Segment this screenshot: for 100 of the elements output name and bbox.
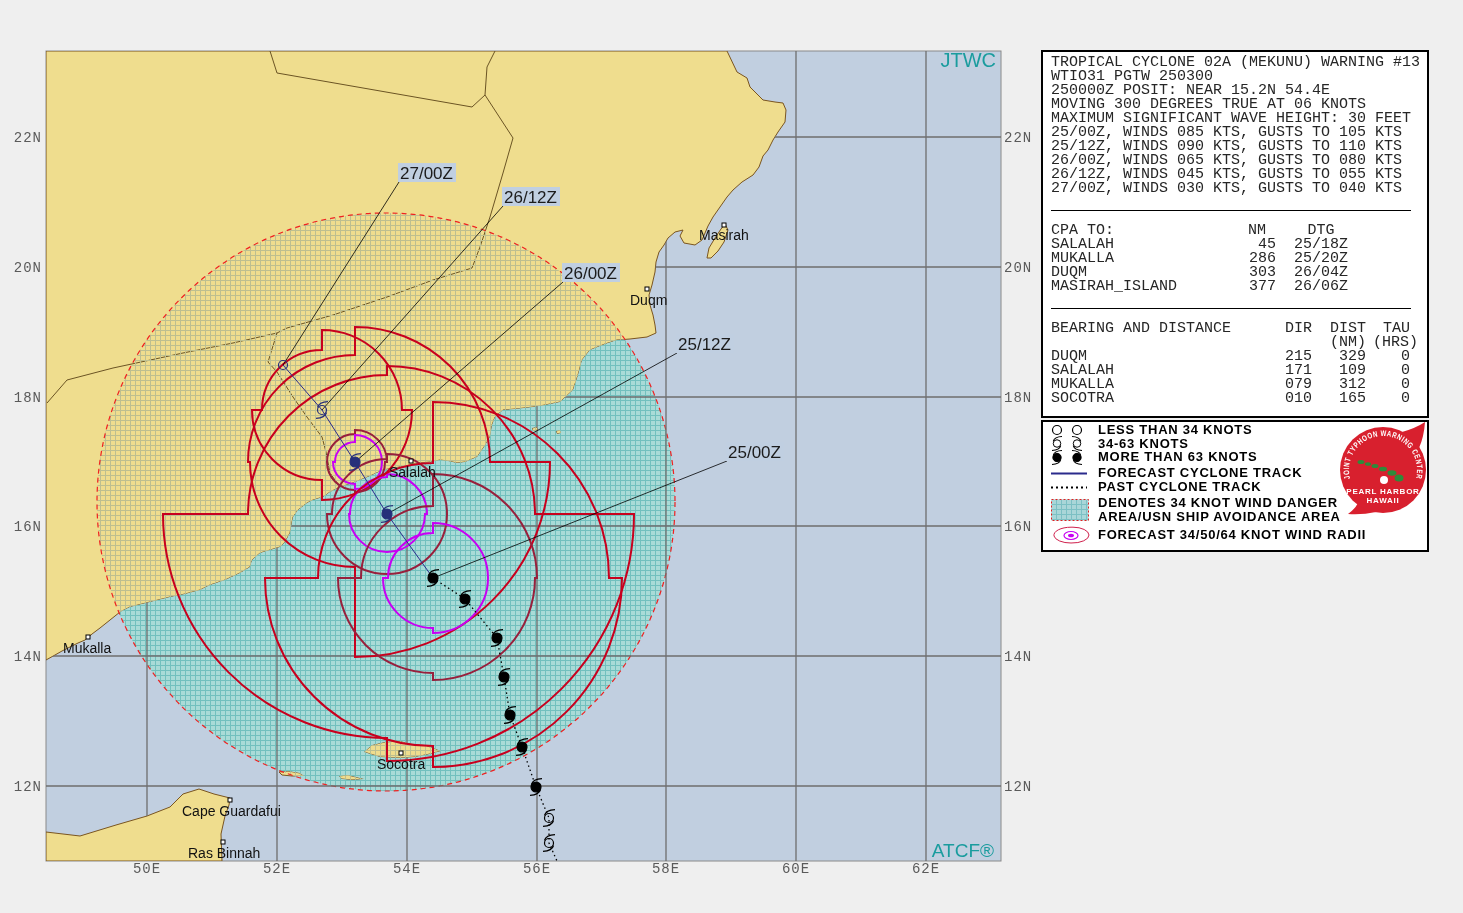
place-marker-icon (644, 286, 650, 292)
longitude-label: 54E (392, 861, 422, 877)
cyclone-symbol-icon (458, 590, 472, 608)
column-header: DTG (1307, 224, 1335, 238)
latitude-label: 18N (1004, 390, 1033, 406)
forecast-time-label: 27/00Z (398, 163, 456, 183)
table-cell: 303 (1248, 266, 1276, 280)
table-cell: 215 (1285, 350, 1312, 364)
table-cell-text: 312 (1338, 378, 1366, 392)
place-label: Duqm (630, 292, 668, 308)
latitude-label: 20N (13, 260, 42, 276)
table-cell-text: 109 (1338, 364, 1366, 378)
forecast-time-label: 25/12Z (676, 334, 734, 354)
place-marker-icon (408, 458, 414, 464)
table-cell-text: DUQM (1051, 350, 1087, 364)
table-cell-text: 0 (1400, 392, 1411, 406)
table-cell: 377 (1248, 280, 1276, 294)
cyclone-symbol-icon (1071, 436, 1083, 451)
cyclone-symbol-icon (1051, 449, 1063, 465)
legend-label: FORECAST 34/50/64 KNOT WIND RADII (1098, 528, 1367, 542)
warning-text: 26/00Z, WINDS 065 KTS, GUSTS TO 080 KTS (1051, 154, 1404, 168)
latitude-label: 16N (1004, 519, 1033, 535)
cyclone-symbol-icon (490, 629, 504, 647)
cyclone-symbol-icon (542, 834, 556, 852)
warning-text: 25/12Z, WINDS 090 KTS, GUSTS TO 110 KTS (1051, 140, 1404, 154)
latitude-label: 18N (13, 390, 42, 406)
circle-marker-icon (1051, 424, 1063, 436)
longitude-label: 58E (651, 861, 681, 877)
latitude-label: 20N (1004, 260, 1033, 276)
column-header: (HRS) (1372, 336, 1418, 350)
latitude-label: 12N (13, 779, 42, 795)
column-header: DIST (1329, 322, 1366, 336)
table-cell: 079 (1285, 378, 1312, 392)
table-cell-text: MUKALLA (1051, 252, 1115, 266)
table-cell: 25/18Z (1294, 238, 1348, 252)
system-mark: ATCF® (931, 840, 994, 861)
table-cell-text: 0 (1401, 350, 1410, 364)
place-marker-icon (721, 222, 727, 228)
column-header: (NM) (1329, 336, 1366, 350)
dotted-line-icon (1051, 485, 1087, 489)
table-cell-text: MUKALLA (1051, 378, 1115, 392)
table-cell-text: 45 (1258, 238, 1276, 252)
latitude-label: 12N (1004, 779, 1033, 795)
table-cell-text: SALALAH (1051, 364, 1115, 378)
legend-label: LESS THAN 34 KNOTS (1098, 423, 1253, 437)
table-cell: 286 (1248, 252, 1276, 266)
column-header: CPA TO: (1051, 224, 1115, 238)
column-header: DIR (1285, 322, 1312, 336)
circle-marker-icon (277, 359, 289, 371)
warning-text: 25/00Z, WINDS 085 KTS, GUSTS TO 105 KTS (1051, 126, 1404, 140)
warning-text: 26/12Z, WINDS 045 KTS, GUSTS TO 055 KTS (1051, 168, 1404, 182)
longitude-label: 60E (781, 861, 811, 877)
table-cell-text: MASIRAH_ISLAND (1051, 280, 1179, 294)
place-marker-icon (85, 634, 91, 640)
table-cell-text: 0 (1400, 378, 1411, 392)
column-header: BEARING AND DISTANCE (1051, 322, 1233, 336)
cyclone-symbol-icon (426, 569, 440, 587)
column-header: NM (1248, 224, 1266, 238)
table-cell-text: SALALAH (1051, 238, 1115, 252)
warning-text: WTIO31 PGTW 250300 (1051, 70, 1214, 84)
table-cell: 171 (1285, 364, 1312, 378)
warning-text: TROPICAL CYCLONE 02A (MEKUNU) WARNING #13 (1051, 56, 1421, 70)
cyclone-symbol-icon (503, 706, 517, 724)
cyclone-symbol-icon (348, 453, 362, 471)
table-cell-text: DUQM (1051, 266, 1087, 280)
cyclone-symbol-icon (315, 401, 329, 419)
forecast-time-label: 26/00Z (562, 263, 620, 283)
longitude-label: 52E (262, 861, 292, 877)
longitude-label: 50E (132, 861, 162, 877)
place-marker-icon (220, 839, 226, 845)
place-marker-icon (398, 750, 404, 756)
logo-text: HAWAII (1366, 495, 1400, 505)
place-label: Mukalla (63, 640, 112, 656)
table-cell-text: 0 (1400, 364, 1411, 378)
latitude-label: 22N (13, 130, 42, 146)
cyclone-symbol-icon (1071, 449, 1083, 465)
warning-text: MOVING 300 DEGREES TRUE AT 06 KNOTS (1051, 98, 1368, 112)
table-cell: 26/06Z (1294, 280, 1348, 294)
column-header: TAU (1383, 322, 1410, 336)
cyclone-symbol-icon (515, 738, 529, 756)
warning-text: 27/00Z, WINDS 030 KTS, GUSTS TO 040 KTS (1051, 182, 1404, 196)
table-cell-text: SOCOTRA (1051, 392, 1115, 406)
place-marker-icon (227, 797, 233, 803)
table-cell-text: 165 (1338, 392, 1366, 406)
legend-label: MORE THAN 63 KNOTS (1098, 450, 1258, 464)
hatched-area-icon (1051, 499, 1089, 521)
table-cell: 010 (1285, 392, 1312, 406)
legend-label: DENOTES 34 KNOT WIND DANGER AREA/USN SHIP AVOIDANCE AREA (1098, 496, 1341, 524)
longitude-label: 62E (911, 861, 941, 877)
warning-text: MAXIMUM SIGNIFICANT WAVE HEIGHT: 30 FEET (1051, 112, 1413, 126)
wind-radii-icon (1051, 526, 1091, 544)
cyclone-symbol-icon (380, 505, 394, 523)
forecast-time-label: 25/00Z (726, 442, 784, 462)
legend-label: PAST CYCLONE TRACK (1098, 480, 1262, 494)
latitude-label: 22N (1004, 130, 1033, 146)
table-cell: 26/04Z (1294, 266, 1348, 280)
agency-mark: JTWC (940, 49, 996, 71)
track-line-icon (1051, 471, 1087, 475)
cyclone-symbol-icon (542, 809, 556, 827)
warning-text: 250000Z POSIT: NEAR 15.2N 54.4E (1051, 84, 1331, 98)
